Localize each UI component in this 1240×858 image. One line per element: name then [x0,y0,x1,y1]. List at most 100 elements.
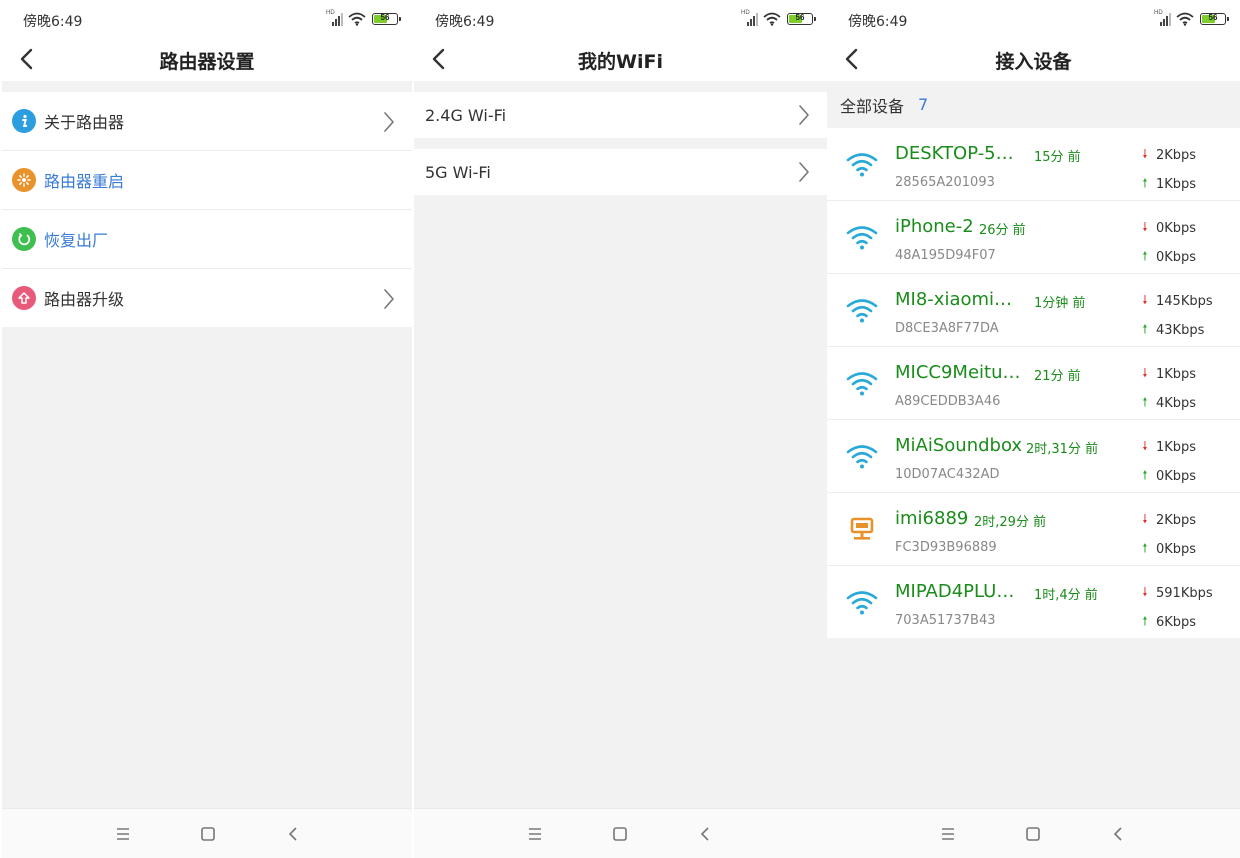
arrow-up-icon: 🠕 [1142,468,1148,482]
download-rate: 🠗 145Kbps [1140,291,1212,312]
device-row[interactable]: MiAiSoundbox 2时,31分 前 10D07AC432AD 🠗 1Kbp… [827,420,1240,493]
battery-icon: 56 [1200,13,1229,25]
upload-rate: 🠕 1Kbps [1140,174,1196,195]
arrow-down-icon: 🠗 [1142,293,1148,307]
arrow-up-icon: 🠕 [1142,176,1148,190]
download-rate-value: 2Kbps [1156,148,1197,163]
info-icon [12,109,36,133]
menu-item-about-router[interactable]: 关于路由器 [2,92,412,151]
last-seen: 21分 前 [1034,369,1081,384]
upload-rate-value: 0Kbps [1156,542,1197,557]
menu-item-upgrade-router[interactable]: 路由器升级 [2,269,412,327]
menu-item-factory-reset[interactable]: 恢复出厂 [2,210,412,269]
reset-icon [12,227,36,251]
back-nav-icon[interactable] [283,824,303,844]
wifi-band-list: 2.4G Wi-Fi 5G Wi-Fi [414,92,827,206]
arrow-up-icon: 🠕 [1142,614,1148,628]
battery-level: 56 [795,13,805,22]
device-name: MI8-xiaomish... [895,289,1021,310]
device-row[interactable]: iPhone-2 26分 前 48A195D94F07 🠗 0Kbps 🠕 0Kbp… [827,201,1240,274]
app-header: 我的WiFi [414,38,827,81]
device-row[interactable]: MICC9MeituE... 21分 前 A89CEDDB3A46 🠗 1Kbps… [827,347,1240,420]
wifi-status-icon [1176,12,1194,26]
device-row[interactable]: DESKTOP-5H... 15分 前 28565A201093 🠗 2Kbps … [827,128,1240,201]
back-nav-icon[interactable] [695,824,715,844]
last-seen: 1分钟 前 [1034,296,1086,311]
wifi-status-icon [763,12,781,26]
system-nav-bar [2,808,412,858]
download-rate-value: 1Kbps [1156,367,1197,382]
upload-rate: 🠕 6Kbps [1140,612,1196,633]
menu-nav-icon[interactable] [938,824,958,844]
status-icons: HD 56 [326,10,401,27]
app-header: 路由器设置 [2,38,412,81]
upload-rate-value: 0Kbps [1156,250,1197,265]
last-seen: 15分 前 [1034,150,1081,165]
status-icons: HD 56 [1154,10,1229,27]
wifi-band-label: 5G Wi-Fi [425,162,491,182]
battery-icon: 56 [787,13,816,25]
arrow-down-icon: 🠗 [1142,439,1148,453]
device-list: DESKTOP-5H... 15分 前 28565A201093 🠗 2Kbps … [827,128,1240,638]
home-nav-icon[interactable] [198,824,218,844]
arrow-down-icon: 🠗 [1142,220,1148,234]
battery-level: 56 [380,13,390,22]
arrow-down-icon: 🠗 [1142,512,1148,526]
menu-nav-icon[interactable] [113,824,133,844]
wifi-band-2-4g[interactable]: 2.4G Wi-Fi [414,92,827,138]
home-nav-icon[interactable] [1023,824,1043,844]
arrow-up-icon: 🠕 [1142,249,1148,263]
app-header: 接入设备 [827,38,1240,81]
download-rate: 🠗 2Kbps [1140,145,1196,166]
wifi-band-5g[interactable]: 5G Wi-Fi [414,149,827,195]
upload-rate: 🠕 0Kbps [1140,247,1196,268]
device-summary: 全部设备 7 [827,81,1240,128]
back-nav-icon[interactable] [1108,824,1128,844]
device-name: iPhone-2 [895,216,974,237]
device-row[interactable]: imi6889 2时,29分 前 FC3D93B96889 🠗 2Kbps 🠕 0K… [827,493,1240,566]
home-nav-icon[interactable] [610,824,630,844]
upload-rate: 🠕 4Kbps [1140,393,1196,414]
signal-icon: HD [1154,10,1171,26]
pc-icon [846,515,878,543]
download-rate-value: 1Kbps [1156,440,1197,455]
upload-rate-value: 1Kbps [1156,177,1197,192]
wifi-icon [846,150,878,178]
last-seen: 2时,31分 前 [1026,442,1099,457]
menu-item-restart-router[interactable]: 路由器重启 [2,151,412,210]
my-wifi-screen: 傍晚6:49 HD 56 我的WiFi 2.4G Wi-Fi 5G Wi-Fi [414,0,827,858]
wifi-icon [846,223,878,251]
wifi-band-label: 2.4G Wi-Fi [425,105,507,125]
menu-item-label: 关于路由器 [44,113,125,132]
status-time: 傍晚6:49 [848,14,908,30]
wifi-icon [846,442,878,470]
wifi-status-icon [348,12,366,26]
last-seen: 2时,29分 前 [974,515,1047,530]
arrow-down-icon: 🠗 [1142,366,1148,380]
device-name: imi6889 [895,508,969,529]
device-mac: A89CEDDB3A46 [895,394,1001,409]
device-row[interactable]: MI8-xiaomish... 1分钟 前 D8CE3A8F77DA 🠗 145K… [827,274,1240,347]
menu-item-label: 路由器重启 [44,172,125,191]
arrow-up-icon: 🠕 [1142,541,1148,555]
device-name: MIPAD4PLUS... [895,581,1021,602]
upload-rate-value: 43Kbps [1156,323,1205,338]
signal-icon: HD [741,10,758,26]
download-rate: 🠗 591Kbps [1140,583,1212,604]
device-mac: 28565A201093 [895,175,995,190]
arrow-up-icon: 🠕 [1142,322,1148,336]
device-row[interactable]: MIPAD4PLUS... 1时,4分 前 703A51737B43 🠗 591K… [827,566,1240,638]
chevron-right-icon [797,104,811,126]
upload-rate: 🠕 0Kbps [1140,466,1196,487]
device-mac: D8CE3A8F77DA [895,321,999,336]
menu-item-label: 恢复出厂 [44,231,109,250]
chevron-right-icon [382,111,396,133]
router-settings-screen: 傍晚6:49 HD 56 路由器设置 关于路由器 路由器重启 恢复出厂 路由器升… [2,0,412,858]
wifi-icon [846,296,878,324]
menu-nav-icon[interactable] [525,824,545,844]
arrow-up-icon: 🠕 [1142,395,1148,409]
last-seen: 26分 前 [979,223,1026,238]
device-mac: 10D07AC432AD [895,467,1000,482]
upload-rate-value: 0Kbps [1156,469,1197,484]
battery-level: 56 [1208,13,1218,22]
